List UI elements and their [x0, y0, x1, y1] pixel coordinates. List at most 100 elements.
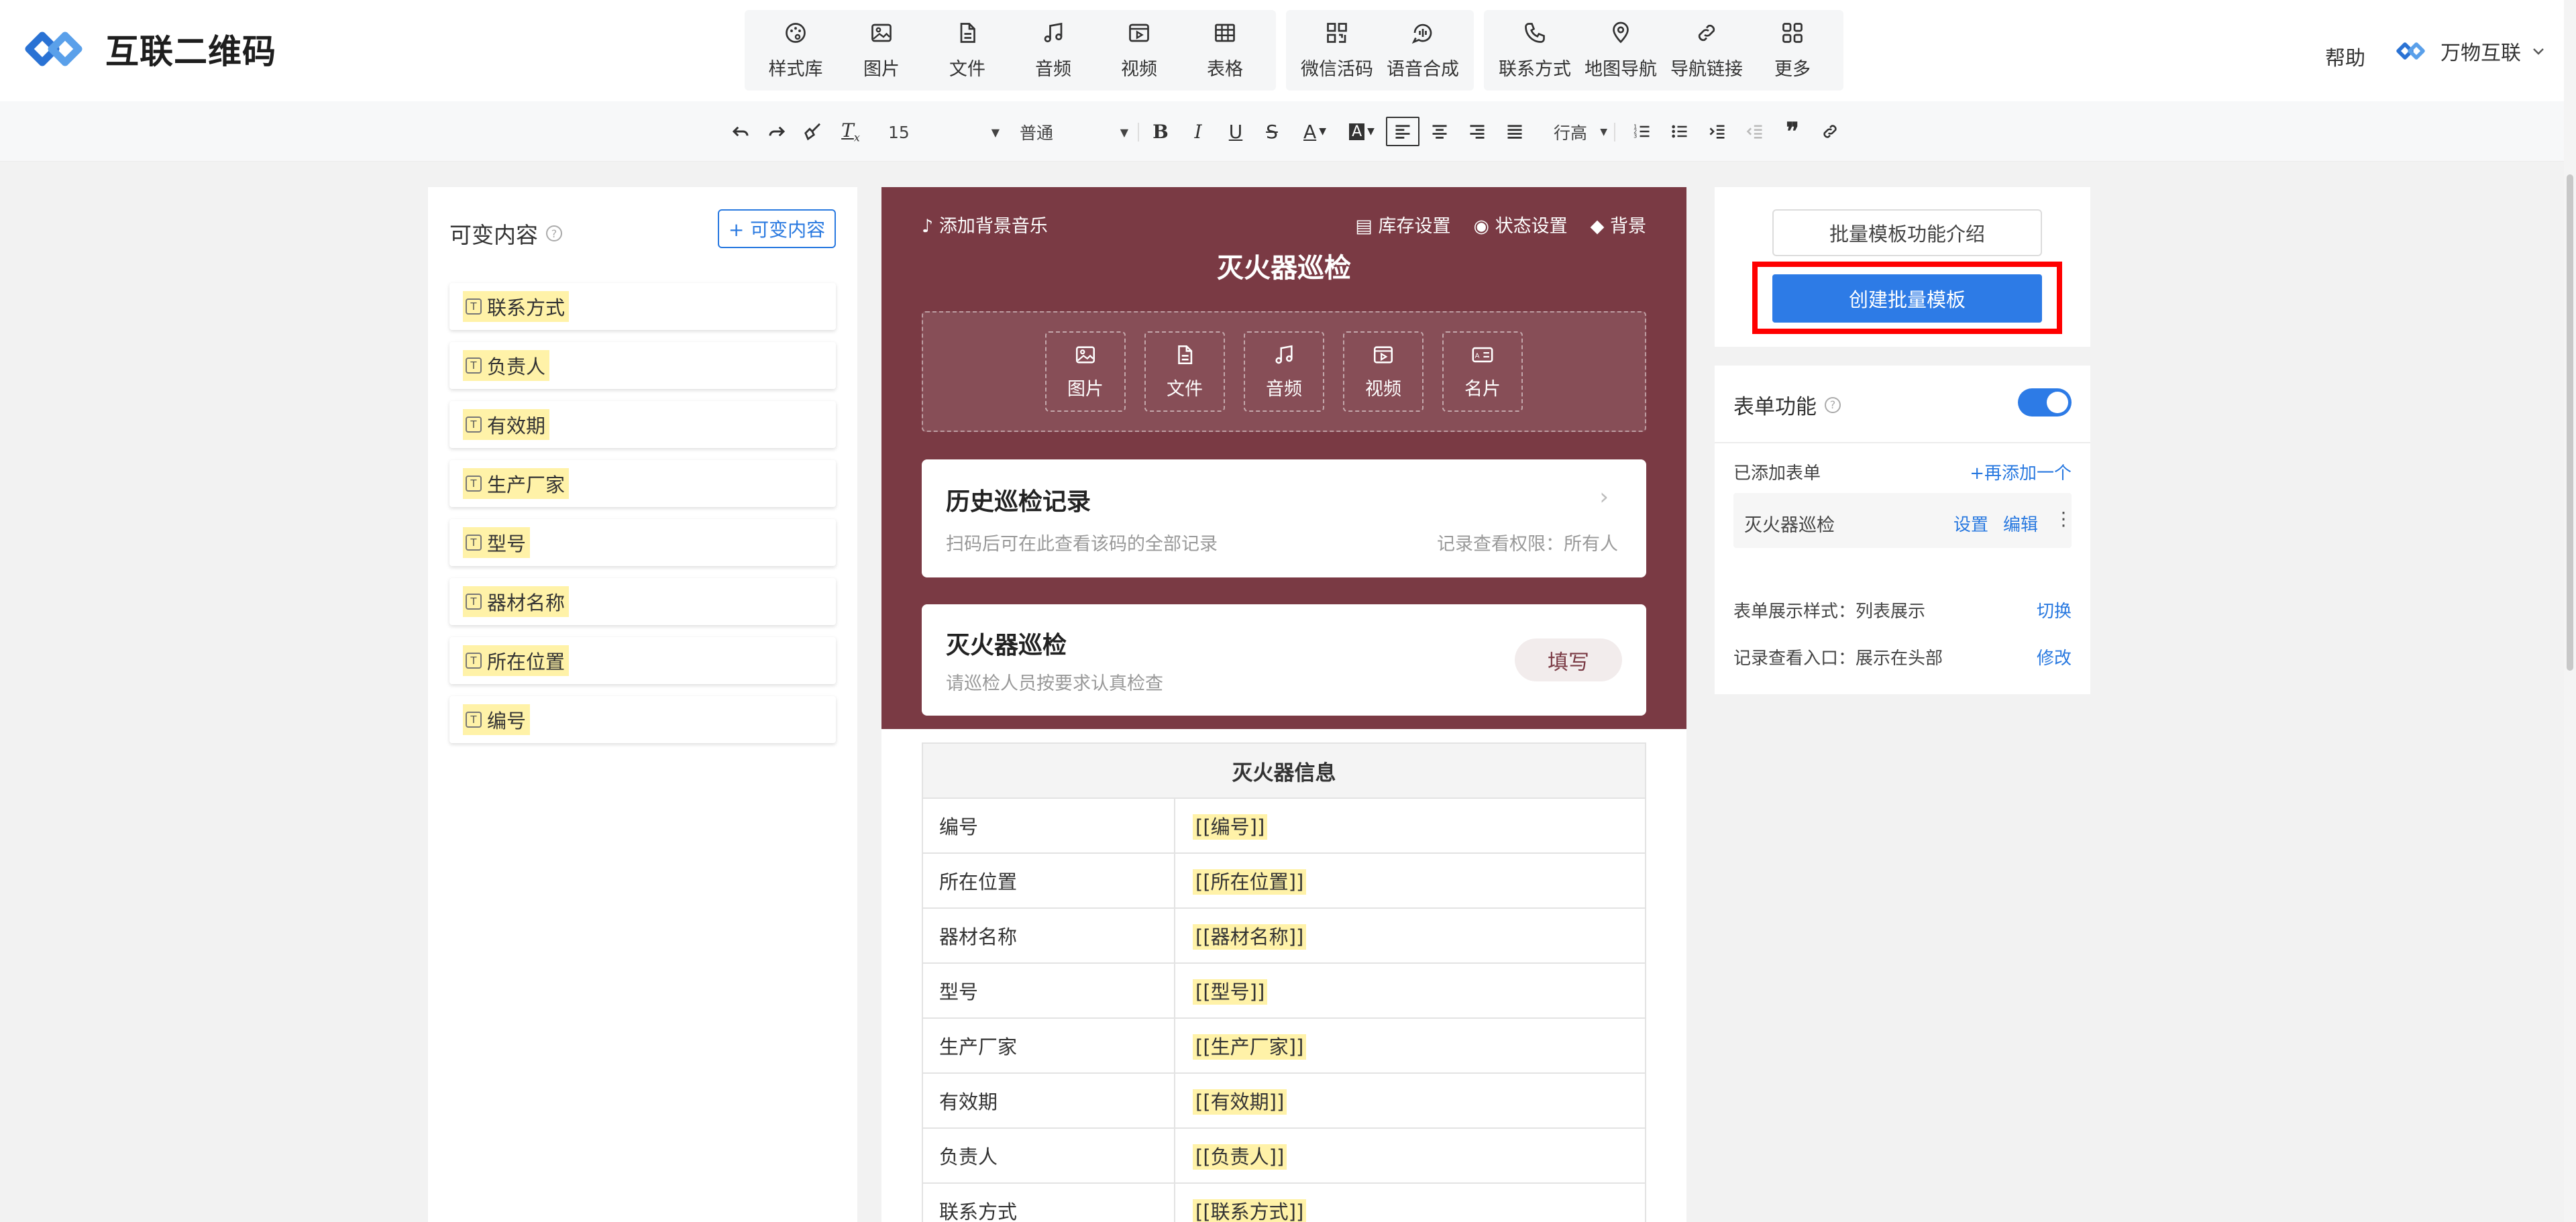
page-preview: ♪ 添加背景音乐 ▤ 库存设置 ◉ 状态设置 ◆ 背景 灭火器巡检 图片 文件 …: [881, 187, 1686, 1222]
line-height-select[interactable]: 行高 ▼: [1554, 119, 1607, 146]
form-feature-toggle[interactable]: [2018, 388, 2072, 416]
variable-item[interactable]: T 有效期: [449, 401, 836, 448]
toolbar-item-palette[interactable]: 样式库: [753, 10, 839, 91]
media-audio-button[interactable]: 音频: [1244, 331, 1324, 412]
highlight-annotation-box: [1752, 262, 2062, 334]
variable-item[interactable]: T 负责人: [449, 342, 836, 389]
align-right-button[interactable]: [1462, 117, 1492, 146]
table-value-cell[interactable]: [[有效期]]: [1174, 1072, 1646, 1129]
bullet-list-icon: [1672, 125, 1687, 138]
app-logo[interactable]: 互联二维码: [25, 25, 276, 73]
variable-item[interactable]: T 编号: [449, 696, 836, 743]
add-another-form-link[interactable]: +再添加一个: [1970, 459, 2072, 484]
form-settings-link[interactable]: 设置: [1953, 511, 1988, 536]
scrollbar-thumb[interactable]: [2567, 174, 2573, 671]
align-center-button[interactable]: [1425, 117, 1454, 146]
redo-button[interactable]: [762, 117, 792, 146]
chevron-down-icon: [2533, 48, 2544, 55]
format-painter-button[interactable]: [798, 117, 828, 146]
blockquote-button[interactable]: ❞: [1778, 117, 1807, 146]
bold-button[interactable]: B: [1146, 117, 1175, 146]
fill-form-button[interactable]: 填写: [1515, 638, 1622, 681]
italic-button[interactable]: I: [1183, 117, 1213, 146]
variable-item[interactable]: T 所在位置: [449, 637, 836, 684]
undo-button[interactable]: [726, 117, 755, 146]
table-row: 器材名称 [[器材名称]]: [922, 907, 1646, 964]
variable-item[interactable]: T 型号: [449, 519, 836, 566]
table-value-cell[interactable]: [[所在位置]]: [1174, 852, 1646, 909]
font-size-select[interactable]: 15 ▼: [888, 119, 1000, 146]
add-variable-button[interactable]: + 可变内容: [718, 209, 836, 248]
toolbar-item-file[interactable]: 文件: [924, 10, 1010, 91]
switch-display-style-link[interactable]: 切换: [2037, 598, 2072, 622]
toolbar-item-voice[interactable]: 语音合成: [1380, 10, 1466, 91]
form-edit-link[interactable]: 编辑: [2003, 511, 2038, 536]
inspection-form-card[interactable]: 灭火器巡检 请巡检人员按要求认真检查 填写: [922, 604, 1646, 716]
history-records-subtitle: 扫码后可在此查看该码的全部记录: [946, 534, 1218, 555]
toolbar-item-video[interactable]: 视频: [1096, 10, 1182, 91]
toolbar-item-qrcode[interactable]: 微信活码: [1294, 10, 1380, 91]
toolbar-item-grid[interactable]: 更多: [1750, 10, 1835, 91]
text-field-icon: T: [466, 535, 482, 551]
table-value-cell[interactable]: [[器材名称]]: [1174, 907, 1646, 964]
add-background-music-button[interactable]: ♪ 添加背景音乐: [922, 211, 1048, 237]
preview-header: ♪ 添加背景音乐 ▤ 库存设置 ◉ 状态设置 ◆ 背景 灭火器巡检 图片 文件 …: [881, 187, 1686, 729]
table-key-cell: 编号: [922, 797, 1175, 854]
indent-button[interactable]: [1703, 117, 1732, 146]
font-color-button[interactable]: A ▼: [1295, 117, 1335, 146]
history-records-card[interactable]: 历史巡检记录 › 扫码后可在此查看该码的全部记录 记录查看权限：所有人: [922, 459, 1646, 577]
ordered-list-button[interactable]: 123: [1627, 117, 1657, 146]
help-link[interactable]: 帮助: [2325, 42, 2365, 71]
clear-format-button[interactable]: Tx: [836, 117, 865, 146]
justify-button[interactable]: [1500, 117, 1529, 146]
insert-link-button[interactable]: [1815, 117, 1845, 146]
underline-button[interactable]: U: [1221, 117, 1250, 146]
toolbar-item-music[interactable]: 音频: [1010, 10, 1096, 91]
help-icon[interactable]: ?: [1825, 396, 1841, 413]
help-icon[interactable]: ?: [546, 225, 562, 241]
media-card-button[interactable]: A 名片: [1442, 331, 1523, 412]
align-left-button[interactable]: [1386, 117, 1419, 146]
music-icon: [1044, 22, 1063, 42]
background-color-button[interactable]: A ▼: [1342, 117, 1382, 146]
background-button[interactable]: ◆ 背景: [1591, 211, 1646, 237]
undo-icon: [732, 126, 749, 137]
media-video-button[interactable]: 视频: [1343, 331, 1424, 412]
outdent-button[interactable]: [1740, 117, 1770, 146]
table-value-cell[interactable]: [[生产厂家]]: [1174, 1017, 1646, 1074]
toolbar-item-label: 更多: [1774, 58, 1811, 80]
toolbar-item-table[interactable]: 表格: [1182, 10, 1268, 91]
toolbar-item-map-pin[interactable]: 地图导航: [1578, 10, 1664, 91]
variable-item[interactable]: T 联系方式: [449, 283, 836, 330]
table-value-cell[interactable]: [[型号]]: [1174, 962, 1646, 1019]
toolbar-item-link[interactable]: 导航链接: [1664, 10, 1750, 91]
toolbar-item-image[interactable]: 图片: [839, 10, 924, 91]
clear-format-icon: Tx: [841, 119, 860, 144]
variable-item[interactable]: T 生产厂家: [449, 460, 836, 507]
toolbar-item-phone[interactable]: 联系方式: [1492, 10, 1578, 91]
inventory-settings-button[interactable]: ▤ 库存设置: [1355, 211, 1450, 237]
batch-template-intro-button[interactable]: 批量模板功能介绍: [1772, 209, 2042, 256]
bullet-list-button[interactable]: [1665, 117, 1695, 146]
table-row: 有效期 [[有效期]]: [922, 1072, 1646, 1129]
text-field-icon: T: [466, 594, 482, 610]
table-value-cell[interactable]: [[负责人]]: [1174, 1127, 1646, 1184]
preview-title[interactable]: 灭火器巡检: [881, 246, 1686, 285]
media-image-button[interactable]: 图片: [1045, 331, 1126, 412]
media-file-button[interactable]: 文件: [1144, 331, 1225, 412]
format-toolbar: Tx 15 ▼ 普通 ▼ B I U S A ▼ A ▼ 行高 ▼ 123 ❞: [0, 101, 2576, 162]
palette-icon: [786, 22, 806, 43]
modify-record-entry-link[interactable]: 修改: [2037, 645, 2072, 669]
display-style-key: 表单展示样式：: [1733, 602, 1856, 622]
record-entry-value: 展示在头部: [1856, 649, 1943, 669]
account-menu[interactable]: 万物互联: [2396, 36, 2546, 66]
strikethrough-button[interactable]: S: [1257, 117, 1287, 146]
table-value-cell[interactable]: [[联系方式]]: [1174, 1182, 1646, 1222]
info-table: 灭火器信息 编号 [[编号]] 所在位置 [[所在位置]] 器材名称 [[器材名称]] 型号…: [922, 742, 1646, 1222]
more-options-icon[interactable]: ⋮: [2054, 508, 2073, 530]
variable-item[interactable]: T 器材名称: [449, 578, 836, 625]
table-value-cell[interactable]: [[编号]]: [1174, 797, 1646, 854]
status-settings-button[interactable]: ◉ 状态设置: [1473, 211, 1567, 237]
paragraph-select[interactable]: 普通 ▼: [1020, 119, 1128, 146]
inspection-form-title: 灭火器巡检: [946, 632, 1067, 659]
